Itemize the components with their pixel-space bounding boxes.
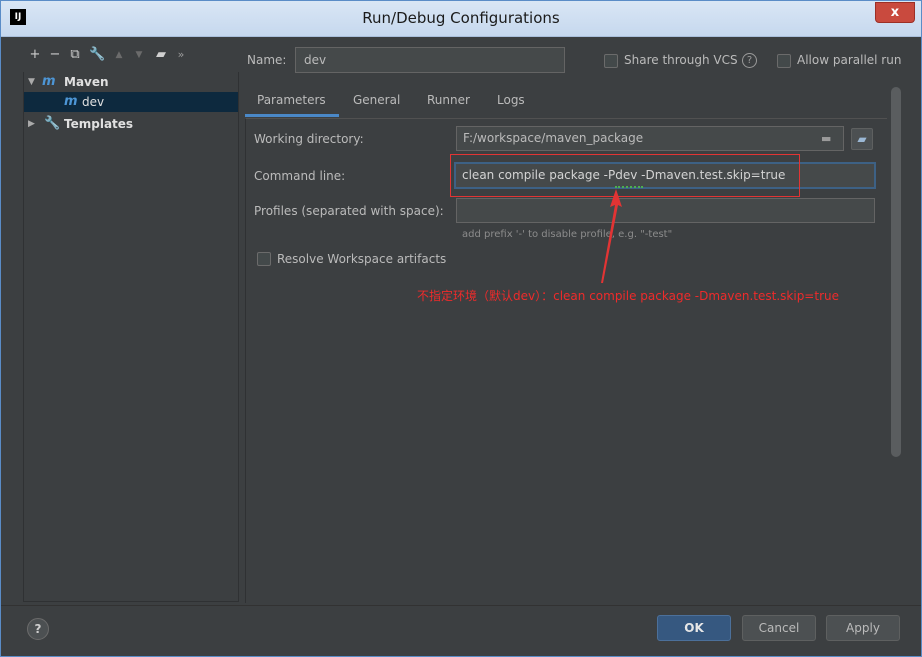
help-icon[interactable]: ? xyxy=(742,53,757,68)
title-bar: IJ Run/Debug Configurations x xyxy=(1,1,921,37)
active-tab-indicator xyxy=(245,114,339,117)
working-dir-label: Working directory: xyxy=(254,132,364,146)
ok-button[interactable]: OK xyxy=(657,615,731,641)
plus-icon[interactable]: + xyxy=(27,46,43,64)
tree-item-templates[interactable]: ▶ 🔧 Templates xyxy=(24,114,238,134)
name-label: Name: xyxy=(247,53,287,67)
share-vcs-label: Share through VCS xyxy=(624,53,738,67)
help-button[interactable]: ? xyxy=(27,618,49,640)
annotation-text: 不指定环境（默认dev）：clean compile package -Dmav… xyxy=(417,289,839,303)
command-line-label: Command line: xyxy=(254,169,346,183)
allow-parallel-checkbox[interactable] xyxy=(777,54,791,68)
arrow-shape xyxy=(601,189,622,283)
wrench-icon[interactable]: 🔧 xyxy=(89,46,105,64)
scrollbar[interactable] xyxy=(891,87,901,457)
resolve-workspace-checkbox[interactable] xyxy=(257,252,271,266)
tab-parameters[interactable]: Parameters xyxy=(257,93,326,107)
collapse-arrow-icon[interactable]: ▶ xyxy=(28,114,35,134)
tree-item-label: Templates xyxy=(64,117,134,131)
expand-arrow-icon[interactable]: ▼ xyxy=(28,72,35,92)
tab-general[interactable]: General xyxy=(353,93,400,107)
run-debug-dialog: IJ Run/Debug Configurations x + − ⧉ 🔧 ▲ … xyxy=(0,0,922,657)
arrow-down-icon[interactable]: ▼ xyxy=(131,46,147,64)
bottom-divider xyxy=(1,605,921,606)
tree-item-label: Maven xyxy=(64,75,109,89)
tree-item-dev[interactable]: m dev xyxy=(24,92,238,112)
tab-runner[interactable]: Runner xyxy=(427,93,470,107)
window-title: Run/Debug Configurations xyxy=(362,9,560,27)
more-icon[interactable]: » xyxy=(173,46,189,64)
allow-parallel-label: Allow parallel run xyxy=(797,53,902,67)
resolve-workspace-label: Resolve Workspace artifacts xyxy=(277,252,447,266)
config-tree: ▼ m Maven m dev ▶ 🔧 Templates xyxy=(23,72,239,602)
share-vcs-checkbox[interactable] xyxy=(604,54,618,68)
folder-add-icon[interactable]: ▰ xyxy=(153,46,169,64)
close-button[interactable]: x xyxy=(875,2,915,23)
tree-toolbar: + − ⧉ 🔧 ▲ ▼ ▰ » xyxy=(23,46,239,66)
cancel-button[interactable]: Cancel xyxy=(742,615,816,641)
maven-icon: m xyxy=(42,74,56,89)
minus-icon[interactable]: − xyxy=(47,46,63,64)
config-tree-panel: + − ⧉ 🔧 ▲ ▼ ▰ » ▼ m Maven m dev ▶ 🔧 Temp… xyxy=(23,42,239,604)
apply-button[interactable]: Apply xyxy=(826,615,900,641)
tab-logs[interactable]: Logs xyxy=(497,93,525,107)
name-input[interactable]: dev xyxy=(295,47,565,73)
annotation-arrow xyxy=(601,189,622,283)
folder-icon[interactable]: ▬ xyxy=(821,132,831,145)
profiles-input[interactable] xyxy=(456,198,875,223)
tree-item-label: dev xyxy=(82,95,105,109)
maven-icon: m xyxy=(64,94,78,109)
arrow-up-icon[interactable]: ▲ xyxy=(111,46,127,64)
tree-item-maven[interactable]: ▼ m Maven xyxy=(24,72,238,92)
copy-icon[interactable]: ⧉ xyxy=(67,46,83,64)
profiles-label: Profiles (separated with space): xyxy=(254,204,444,218)
profiles-hint: add prefix '-' to disable profile, e.g. … xyxy=(462,229,673,240)
macro-folder-button[interactable]: ▰ xyxy=(851,128,873,150)
wrench-icon: 🔧 xyxy=(44,116,61,131)
working-dir-input[interactable]: F:/workspace/maven_package xyxy=(456,126,844,151)
